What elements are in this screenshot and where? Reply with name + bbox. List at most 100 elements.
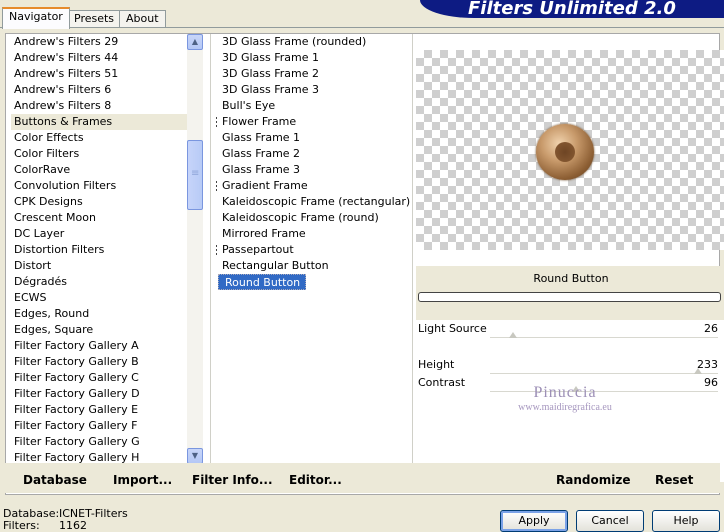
filter-item[interactable]: Gradient Frame xyxy=(216,178,416,194)
filter-item-label: Glass Frame 3 xyxy=(222,163,301,176)
category-list[interactable]: Andrew's Filters 29 Andrew's Filters 44 An… xyxy=(11,34,189,464)
filter-item[interactable]: Passepartout xyxy=(216,242,416,258)
category-item[interactable]: Convolution Filters xyxy=(11,178,189,194)
filter-info-button[interactable]: Filter Info... xyxy=(192,473,273,487)
filter-item-label: Round Button xyxy=(218,274,307,290)
filter-item-label: 3D Glass Frame 3 xyxy=(222,83,320,96)
filter-item[interactable]: Glass Frame 2 xyxy=(216,146,416,162)
slider-value: 26 xyxy=(704,322,718,335)
category-item[interactable]: Color Effects xyxy=(11,130,189,146)
filter-item-label: Gradient Frame xyxy=(222,179,308,192)
category-item[interactable]: Edges, Square xyxy=(11,322,189,338)
cancel-button[interactable]: Cancel xyxy=(576,510,644,532)
filter-item[interactable]: 3D Glass Frame 2 xyxy=(216,66,416,82)
category-marker-icon xyxy=(216,117,217,127)
category-item[interactable]: Distort xyxy=(11,258,189,274)
slider-label: Light Source xyxy=(418,322,487,335)
apply-button[interactable]: Apply xyxy=(500,510,568,532)
randomize-button[interactable]: Randomize xyxy=(556,473,630,487)
category-item[interactable]: Filter Factory Gallery F xyxy=(11,418,189,434)
list-divider xyxy=(210,34,211,464)
filter-item-label: Passepartout xyxy=(222,243,294,256)
filter-item[interactable]: Round Button xyxy=(216,274,416,290)
category-item[interactable]: DC Layer xyxy=(11,226,189,242)
category-item[interactable]: Color Filters xyxy=(11,146,189,162)
category-item[interactable]: Filter Factory Gallery H xyxy=(11,450,189,464)
filter-item[interactable]: Kaleidoscopic Frame (round) xyxy=(216,210,416,226)
watermark-name: Pinuccia xyxy=(533,384,597,401)
tab-presets[interactable]: Presets xyxy=(67,10,122,28)
filter-item[interactable]: Kaleidoscopic Frame (rectangular) xyxy=(216,194,416,210)
category-item[interactable]: Andrew's Filters 29 xyxy=(11,34,189,50)
slider-empty xyxy=(416,446,724,464)
category-item[interactable]: ECWS xyxy=(11,290,189,306)
filter-item[interactable]: Flower Frame xyxy=(216,114,416,130)
filter-item[interactable]: Glass Frame 3 xyxy=(216,162,416,178)
main-panel: Andrew's Filters 29 Andrew's Filters 44 An… xyxy=(5,33,724,495)
category-item[interactable]: Filter Factory Gallery A xyxy=(11,338,189,354)
slider-label: Contrast xyxy=(418,376,466,389)
preview-divider xyxy=(412,34,413,464)
filter-item-label: Rectangular Button xyxy=(222,259,329,272)
filter-name-label: Round Button xyxy=(416,266,724,292)
slider-value: 96 xyxy=(704,376,718,389)
category-item[interactable]: Edges, Round xyxy=(11,306,189,322)
reset-button[interactable]: Reset xyxy=(655,473,693,487)
filter-item-label: Bull's Eye xyxy=(222,99,276,112)
filter-item-label: 3D Glass Frame (rounded) xyxy=(222,35,367,48)
category-marker-icon xyxy=(216,181,217,191)
tab-navigator[interactable]: Navigator xyxy=(2,7,70,29)
title-banner: Filters Unlimited 2.0 xyxy=(420,0,724,18)
filter-item-label: Mirrored Frame xyxy=(222,227,306,240)
category-item[interactable]: Crescent Moon xyxy=(11,210,189,226)
slider-light-source[interactable]: Light Source 26 xyxy=(416,320,724,338)
filter-item-label: Glass Frame 1 xyxy=(222,131,301,144)
slider-height[interactable]: Height 233 xyxy=(416,356,724,374)
filter-item[interactable]: 3D Glass Frame 1 xyxy=(216,50,416,66)
watermark-url: www.maidiregrafica.eu xyxy=(518,402,612,413)
scroll-thumb[interactable] xyxy=(187,140,203,210)
category-item[interactable]: Filter Factory Gallery D xyxy=(11,386,189,402)
filter-list[interactable]: 3D Glass Frame (rounded) 3D Glass Frame 1… xyxy=(216,34,416,464)
database-button[interactable]: Database xyxy=(23,473,87,487)
category-item[interactable]: CPK Designs xyxy=(11,194,189,210)
category-item[interactable]: Andrew's Filters 51 xyxy=(11,66,189,82)
import-button[interactable]: Import... xyxy=(113,473,172,487)
category-item[interactable]: Andrew's Filters 44 xyxy=(11,50,189,66)
toolbar: Database Import... Filter Info... Editor… xyxy=(5,463,720,493)
filter-item[interactable]: Glass Frame 1 xyxy=(216,130,416,146)
tab-about[interactable]: About xyxy=(119,10,166,28)
filter-item-label: 3D Glass Frame 1 xyxy=(222,51,320,64)
category-item[interactable]: Filter Factory Gallery C xyxy=(11,370,189,386)
slider-empty xyxy=(416,338,724,356)
category-item[interactable]: Dégradés xyxy=(11,274,189,290)
category-item[interactable]: Andrew's Filters 8 xyxy=(11,98,189,114)
category-item[interactable]: ColorRave xyxy=(11,162,189,178)
filter-item[interactable]: Bull's Eye xyxy=(216,98,416,114)
filter-item[interactable]: 3D Glass Frame (rounded) xyxy=(216,34,416,50)
category-marker-icon xyxy=(216,245,217,255)
category-scrollbar[interactable]: ▲ ▼ xyxy=(187,34,203,464)
banner-title: Filters Unlimited 2.0 xyxy=(468,0,676,18)
category-item[interactable]: Filter Factory Gallery B xyxy=(11,354,189,370)
filter-item[interactable]: Rectangular Button xyxy=(216,258,416,274)
filter-item-label: Flower Frame xyxy=(222,115,297,128)
help-button[interactable]: Help xyxy=(652,510,720,532)
scroll-down-icon[interactable]: ▼ xyxy=(187,448,203,464)
watermark: Pinuccia www.maidiregrafica.eu xyxy=(510,384,620,413)
filter-item-label: Kaleidoscopic Frame (round) xyxy=(222,211,379,224)
filter-item[interactable]: Mirrored Frame xyxy=(216,226,416,242)
slider-label: Height xyxy=(418,358,455,371)
category-item[interactable]: Filter Factory Gallery G xyxy=(11,434,189,450)
filter-item-label: Glass Frame 2 xyxy=(222,147,301,160)
filter-item-label: 3D Glass Frame 2 xyxy=(222,67,320,80)
filter-item[interactable]: 3D Glass Frame 3 xyxy=(216,82,416,98)
category-item[interactable]: Distortion Filters xyxy=(11,242,189,258)
category-item[interactable]: Andrew's Filters 6 xyxy=(11,82,189,98)
editor-button[interactable]: Editor... xyxy=(289,473,342,487)
status-area: Database:ICNET-Filters Filters: 1162 xyxy=(3,508,128,532)
slider-empty xyxy=(416,428,724,446)
category-item[interactable]: Buttons & Frames xyxy=(11,114,189,130)
scroll-up-icon[interactable]: ▲ xyxy=(187,34,203,50)
category-item[interactable]: Filter Factory Gallery E xyxy=(11,402,189,418)
